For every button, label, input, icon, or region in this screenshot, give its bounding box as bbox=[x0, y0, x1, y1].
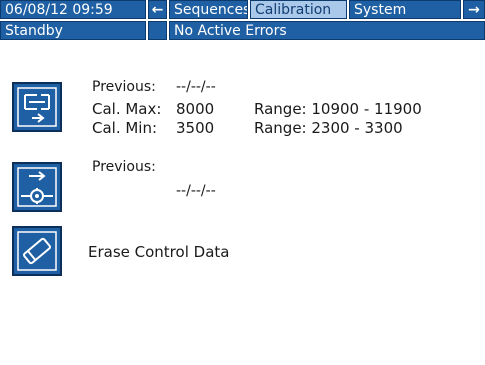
calibrate-pump-icon bbox=[17, 87, 57, 127]
status-errors: No Active Errors bbox=[169, 21, 485, 40]
calibration-previous-label: Previous: bbox=[92, 79, 156, 95]
eraser-icon bbox=[17, 231, 57, 271]
cal-max-label: Cal. Max: bbox=[92, 100, 162, 118]
datetime: 06/08/12 09:59 bbox=[0, 0, 146, 19]
cal-min-range: Range: 2300 - 3300 bbox=[254, 119, 403, 137]
status-indicator bbox=[148, 21, 167, 40]
erase-control-data-button[interactable] bbox=[12, 226, 62, 276]
status-mode: Standby bbox=[0, 21, 146, 40]
flow-calibration-button[interactable] bbox=[12, 162, 62, 212]
calibration-previous-value: --/--/-- bbox=[176, 79, 216, 95]
status-bar: Standby No Active Errors bbox=[0, 21, 485, 42]
tab-sequences[interactable]: Sequences bbox=[169, 0, 248, 19]
tab-system[interactable]: System bbox=[349, 0, 461, 19]
tab-calibration[interactable]: Calibration bbox=[250, 0, 347, 19]
header-bar: 06/08/12 09:59 ← Sequences Calibration S… bbox=[0, 0, 485, 21]
flow-previous-value: --/--/-- bbox=[176, 183, 216, 199]
tab-right-arrow[interactable]: → bbox=[463, 0, 485, 19]
calibrate-pump-button[interactable] bbox=[12, 82, 62, 132]
cal-max-range: Range: 10900 - 11900 bbox=[254, 100, 422, 118]
erase-control-data-label: Erase Control Data bbox=[88, 243, 230, 261]
flow-valve-icon bbox=[17, 167, 57, 207]
cal-min-label: Cal. Min: bbox=[92, 119, 158, 137]
cal-min-value: 3500 bbox=[176, 119, 215, 137]
cal-max-value: 8000 bbox=[176, 100, 215, 118]
tab-left-arrow[interactable]: ← bbox=[148, 0, 167, 19]
flow-previous-label: Previous: bbox=[92, 159, 156, 175]
